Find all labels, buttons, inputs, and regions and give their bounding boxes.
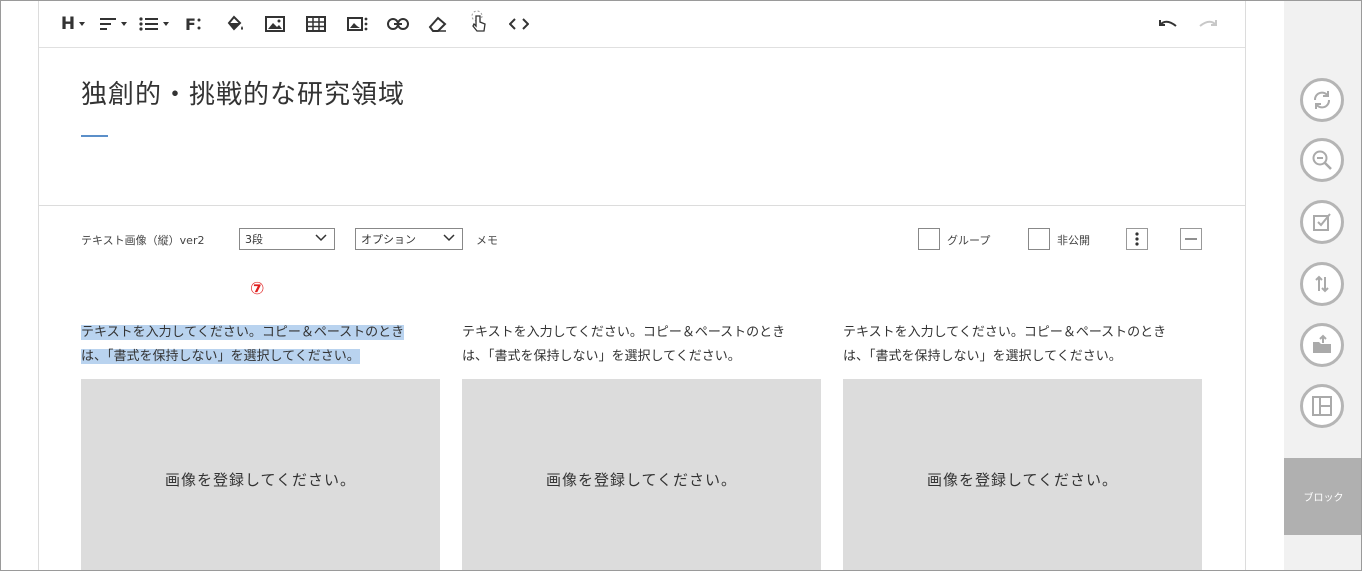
- format-align-icon: [100, 18, 116, 30]
- fill-color-icon: [227, 15, 243, 31]
- font-button[interactable]: F: [179, 12, 207, 36]
- chevron-down-icon: [443, 234, 455, 242]
- eraser-button[interactable]: [425, 12, 451, 36]
- minus-icon: [1185, 238, 1197, 240]
- zoom-icon: [1312, 150, 1332, 170]
- block-tab[interactable]: ブロック: [1284, 458, 1361, 535]
- more-vertical-icon: [197, 18, 201, 30]
- layout-icon: [1312, 396, 1332, 416]
- sort-icon: [1315, 275, 1329, 293]
- text-line: テキストを入力してください。コピー＆ペーストのとき: [843, 325, 1167, 340]
- chevron-down-icon: [315, 234, 327, 242]
- link-icon: [387, 18, 409, 30]
- more-vertical-icon: [1135, 232, 1139, 246]
- refresh-button[interactable]: [1300, 78, 1344, 122]
- heading-dropdown[interactable]: H: [57, 12, 89, 36]
- image-grid-icon: [347, 17, 368, 31]
- layout-button[interactable]: [1300, 384, 1344, 428]
- column-1-text[interactable]: テキストを入力してください。コピー＆ペーストのとき は、「書式を保持しない」を選…: [81, 321, 441, 369]
- column-2-text[interactable]: テキストを入力してください。コピー＆ペーストのとき は、「書式を保持しない」を選…: [462, 321, 822, 369]
- private-checkbox[interactable]: [1028, 228, 1050, 250]
- undo-icon: [1159, 20, 1177, 27]
- option-select[interactable]: オプション: [355, 228, 463, 250]
- eraser-icon: [428, 16, 447, 32]
- toolbar: H F: [39, 1, 1245, 48]
- redo-button[interactable]: [1195, 12, 1221, 36]
- table-button[interactable]: [303, 12, 329, 36]
- title-underline: [81, 135, 108, 137]
- editor-area: H F 独創的・挑戦的な研究領域 テキスト画像（縦）ver2 3段 オプション …: [38, 1, 1246, 570]
- column-1-image[interactable]: 画像を登録してください。: [81, 379, 440, 570]
- columns-select[interactable]: 3段: [239, 228, 335, 250]
- image-grid-button[interactable]: [342, 12, 372, 36]
- image-button[interactable]: [262, 12, 288, 36]
- pointer-icon: [471, 10, 486, 32]
- fill-color-button[interactable]: [222, 12, 248, 36]
- check-button[interactable]: [1300, 200, 1344, 244]
- option-select-value: オプション: [361, 233, 416, 246]
- code-button[interactable]: [506, 12, 532, 36]
- heading-label: H: [60, 14, 76, 34]
- export-button[interactable]: [1300, 323, 1344, 367]
- checkbox-icon: [1313, 213, 1331, 231]
- columns-select-value: 3段: [245, 233, 263, 246]
- link-button[interactable]: [385, 12, 411, 36]
- annotation-marker: ⑦: [250, 279, 265, 299]
- pointer-button[interactable]: [466, 10, 492, 34]
- group-label: グループ: [947, 234, 991, 247]
- collapse-button[interactable]: [1180, 228, 1202, 250]
- code-icon: [509, 18, 529, 30]
- sort-button[interactable]: [1300, 262, 1344, 306]
- column-3-text[interactable]: テキストを入力してください。コピー＆ペーストのとき は、「書式を保持しない」を選…: [843, 321, 1203, 369]
- font-label: F: [185, 14, 197, 34]
- right-sidebar: ブロック: [1284, 1, 1361, 570]
- zoom-button[interactable]: [1300, 138, 1344, 182]
- table-icon: [306, 16, 326, 32]
- selected-text-line: は、「書式を保持しない」を選択してください。: [81, 349, 360, 364]
- block-menu-button[interactable]: [1126, 228, 1148, 250]
- export-icon: [1313, 334, 1331, 353]
- app-frame: H F 独創的・挑戦的な研究領域 テキスト画像（縦）ver2 3段 オプション …: [0, 0, 1362, 571]
- block-type-label: テキスト画像（縦）ver2: [81, 234, 205, 247]
- refresh-icon: [1314, 91, 1330, 109]
- column-2-image[interactable]: 画像を登録してください。: [462, 379, 821, 570]
- undo-button[interactable]: [1155, 12, 1181, 36]
- page-title[interactable]: 独創的・挑戦的な研究領域: [81, 74, 405, 111]
- group-checkbox[interactable]: [918, 228, 940, 250]
- chevron-down-icon: [163, 22, 169, 26]
- align-dropdown[interactable]: [97, 12, 129, 36]
- text-line: は、「書式を保持しない」を選択してください。: [462, 349, 741, 364]
- selected-text-line: テキストを入力してください。コピー＆ペーストのとき: [81, 325, 405, 340]
- title-section: 独創的・挑戦的な研究領域: [39, 48, 1245, 206]
- memo-link[interactable]: メモ: [476, 229, 498, 251]
- image-icon: [265, 16, 285, 32]
- chevron-down-icon: [79, 22, 86, 26]
- list-icon: [139, 17, 158, 31]
- text-line: は、「書式を保持しない」を選択してください。: [843, 349, 1122, 364]
- private-label: 非公開: [1057, 234, 1090, 247]
- redo-icon: [1199, 20, 1217, 27]
- list-dropdown[interactable]: [137, 12, 171, 36]
- column-3-image[interactable]: 画像を登録してください。: [843, 379, 1202, 570]
- chevron-down-icon: [121, 22, 127, 26]
- text-line: テキストを入力してください。コピー＆ペーストのとき: [462, 325, 786, 340]
